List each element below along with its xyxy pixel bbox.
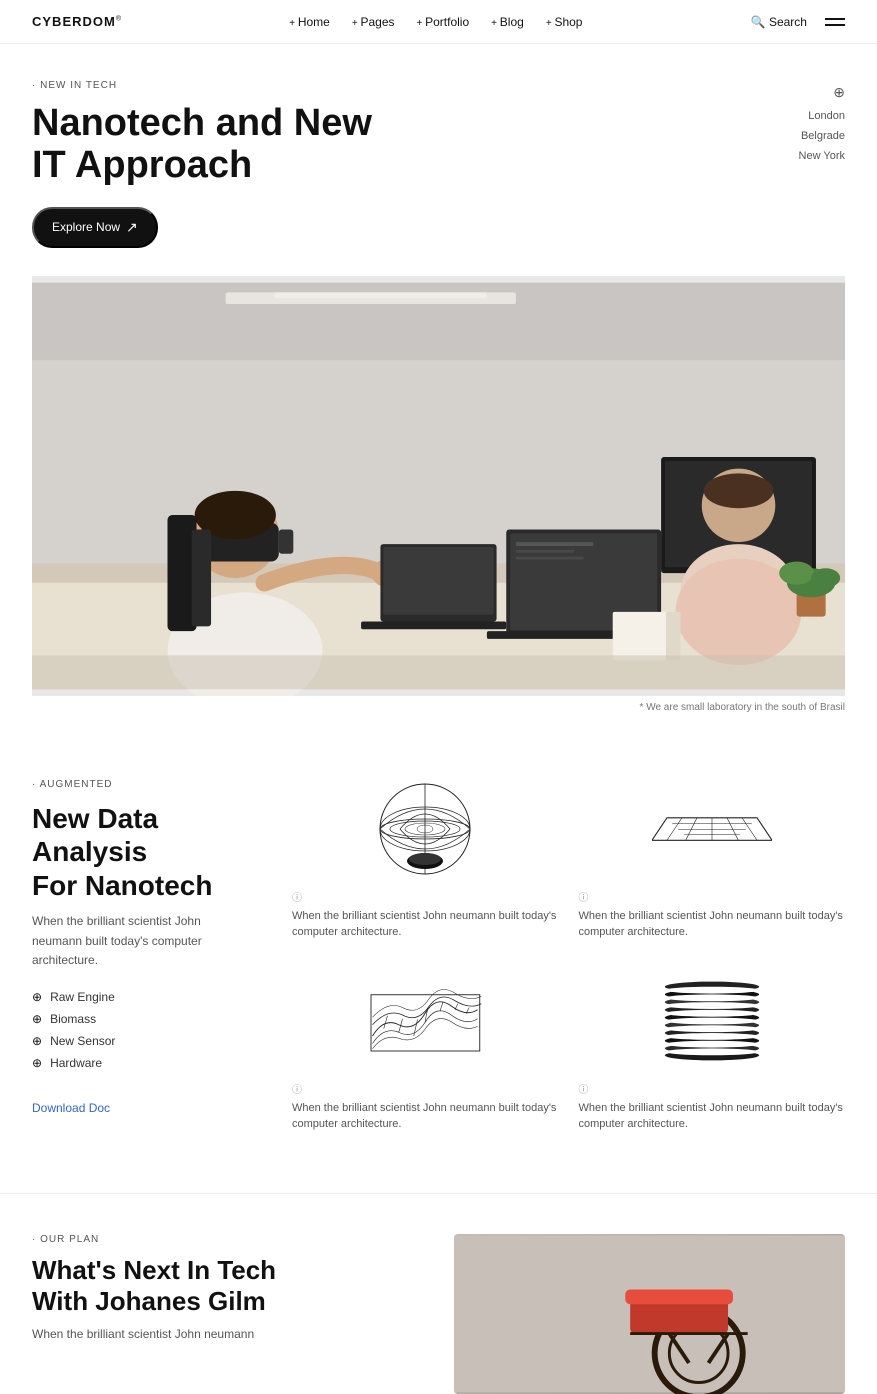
feature-item-3: New Sensor bbox=[32, 1034, 272, 1048]
nav-home[interactable]: Home bbox=[289, 15, 330, 29]
analysis-left: AUGMENTED New Data Analysis For Nanotech… bbox=[32, 779, 272, 1133]
analysis-right: ⓘ When the brilliant scientist John neum… bbox=[272, 779, 845, 1133]
analysis-card-2: ⓘ When the brilliant scientist John neum… bbox=[579, 779, 846, 941]
next-title-line1: What's Next In Tech bbox=[32, 1255, 276, 1285]
analysis-desc: When the brilliant scientist John neuman… bbox=[32, 912, 232, 970]
menu-line-2 bbox=[825, 24, 845, 26]
next-layout: OUR PLAN What's Next In Tech With Johane… bbox=[32, 1234, 845, 1394]
next-image bbox=[454, 1234, 846, 1394]
hero-title: Nanotech and New IT Approach bbox=[32, 103, 845, 187]
hero-title-line1: Nanotech and New bbox=[32, 102, 372, 144]
info-icon-4: ⓘ bbox=[579, 1081, 846, 1096]
nav-links: Home Pages Portfolio Blog Shop bbox=[289, 15, 582, 29]
grid-icon bbox=[579, 779, 846, 879]
info-icon-3: ⓘ bbox=[292, 1081, 559, 1096]
analysis-card-text-2: When the brilliant scientist John neuman… bbox=[579, 908, 846, 941]
download-doc-link[interactable]: Download Doc bbox=[32, 1101, 110, 1115]
hero-image-svg bbox=[32, 276, 845, 696]
analysis-title-line2: For Nanotech bbox=[32, 870, 212, 901]
hero-caption: * We are small laboratory in the south o… bbox=[32, 696, 845, 719]
location-belgrade: Belgrade bbox=[801, 130, 845, 142]
analysis-card-text-4: When the brilliant scientist John neuman… bbox=[579, 1100, 846, 1133]
cylinder-icon bbox=[579, 971, 846, 1071]
analysis-tag: AUGMENTED bbox=[32, 779, 272, 790]
hero-tag: NEW IN TECH bbox=[32, 80, 845, 91]
info-icon-1: ⓘ bbox=[292, 889, 559, 904]
hero-cta-label: Explore Now bbox=[52, 220, 120, 234]
hamburger-menu[interactable] bbox=[825, 18, 845, 26]
arrow-icon: ↗ bbox=[126, 219, 138, 236]
logo: CYBERDOM® bbox=[32, 14, 121, 29]
navigation: CYBERDOM® Home Pages Portfolio Blog Shop… bbox=[0, 0, 877, 44]
location-icon: ⊕ bbox=[799, 80, 845, 105]
next-tag: OUR PLAN bbox=[32, 1234, 424, 1245]
hero-title-line2: IT Approach bbox=[32, 144, 252, 186]
next-left: OUR PLAN What's Next In Tech With Johane… bbox=[32, 1234, 424, 1394]
nav-pages[interactable]: Pages bbox=[352, 15, 395, 29]
analysis-card-text-1: When the brilliant scientist John neuman… bbox=[292, 908, 559, 941]
next-image-inner bbox=[454, 1234, 846, 1394]
analysis-card-3: ⓘ When the brilliant scientist John neum… bbox=[292, 971, 559, 1133]
analysis-section: AUGMENTED New Data Analysis For Nanotech… bbox=[0, 719, 877, 1193]
analysis-title-line1: New Data Analysis bbox=[32, 803, 158, 868]
nav-right: 🔍 Search bbox=[751, 15, 845, 29]
nav-shop[interactable]: Shop bbox=[546, 15, 583, 29]
feature-list: Raw Engine Biomass New Sensor Hardware bbox=[32, 990, 272, 1070]
nav-portfolio[interactable]: Portfolio bbox=[417, 15, 470, 29]
analysis-card-text-3: When the brilliant scientist John neuman… bbox=[292, 1100, 559, 1133]
search-button[interactable]: 🔍 Search bbox=[751, 15, 807, 29]
search-icon: 🔍 bbox=[751, 15, 766, 29]
location-london: London bbox=[808, 110, 845, 122]
hero-image-scene bbox=[32, 276, 845, 696]
wave-icon bbox=[292, 971, 559, 1071]
next-title-line2: With Johanes Gilm bbox=[32, 1286, 266, 1316]
sphere-icon bbox=[292, 779, 559, 879]
next-title: What's Next In Tech With Johanes Gilm bbox=[32, 1255, 424, 1317]
feature-item-2: Biomass bbox=[32, 1012, 272, 1026]
info-icon-2: ⓘ bbox=[579, 889, 846, 904]
location-new-york: New York bbox=[799, 150, 845, 162]
next-desc: When the brilliant scientist John neuman… bbox=[32, 1325, 424, 1343]
analysis-card-1: ⓘ When the brilliant scientist John neum… bbox=[292, 779, 559, 941]
analysis-title: New Data Analysis For Nanotech bbox=[32, 802, 272, 903]
hero-section: NEW IN TECH Nanotech and New IT Approach… bbox=[0, 44, 877, 719]
feature-item-4: Hardware bbox=[32, 1056, 272, 1070]
explore-now-button[interactable]: Explore Now ↗ bbox=[32, 207, 158, 248]
logo-text: CYBERDOM bbox=[32, 14, 116, 29]
hero-image bbox=[32, 276, 845, 696]
nav-blog[interactable]: Blog bbox=[491, 15, 524, 29]
menu-line-1 bbox=[825, 18, 845, 20]
analysis-card-4: ⓘ When the brilliant scientist John neum… bbox=[579, 971, 846, 1133]
next-section: OUR PLAN What's Next In Tech With Johane… bbox=[0, 1193, 877, 1394]
locations-block: ⊕ London Belgrade New York bbox=[799, 80, 845, 167]
analysis-layout: AUGMENTED New Data Analysis For Nanotech… bbox=[32, 779, 845, 1133]
feature-item-1: Raw Engine bbox=[32, 990, 272, 1004]
